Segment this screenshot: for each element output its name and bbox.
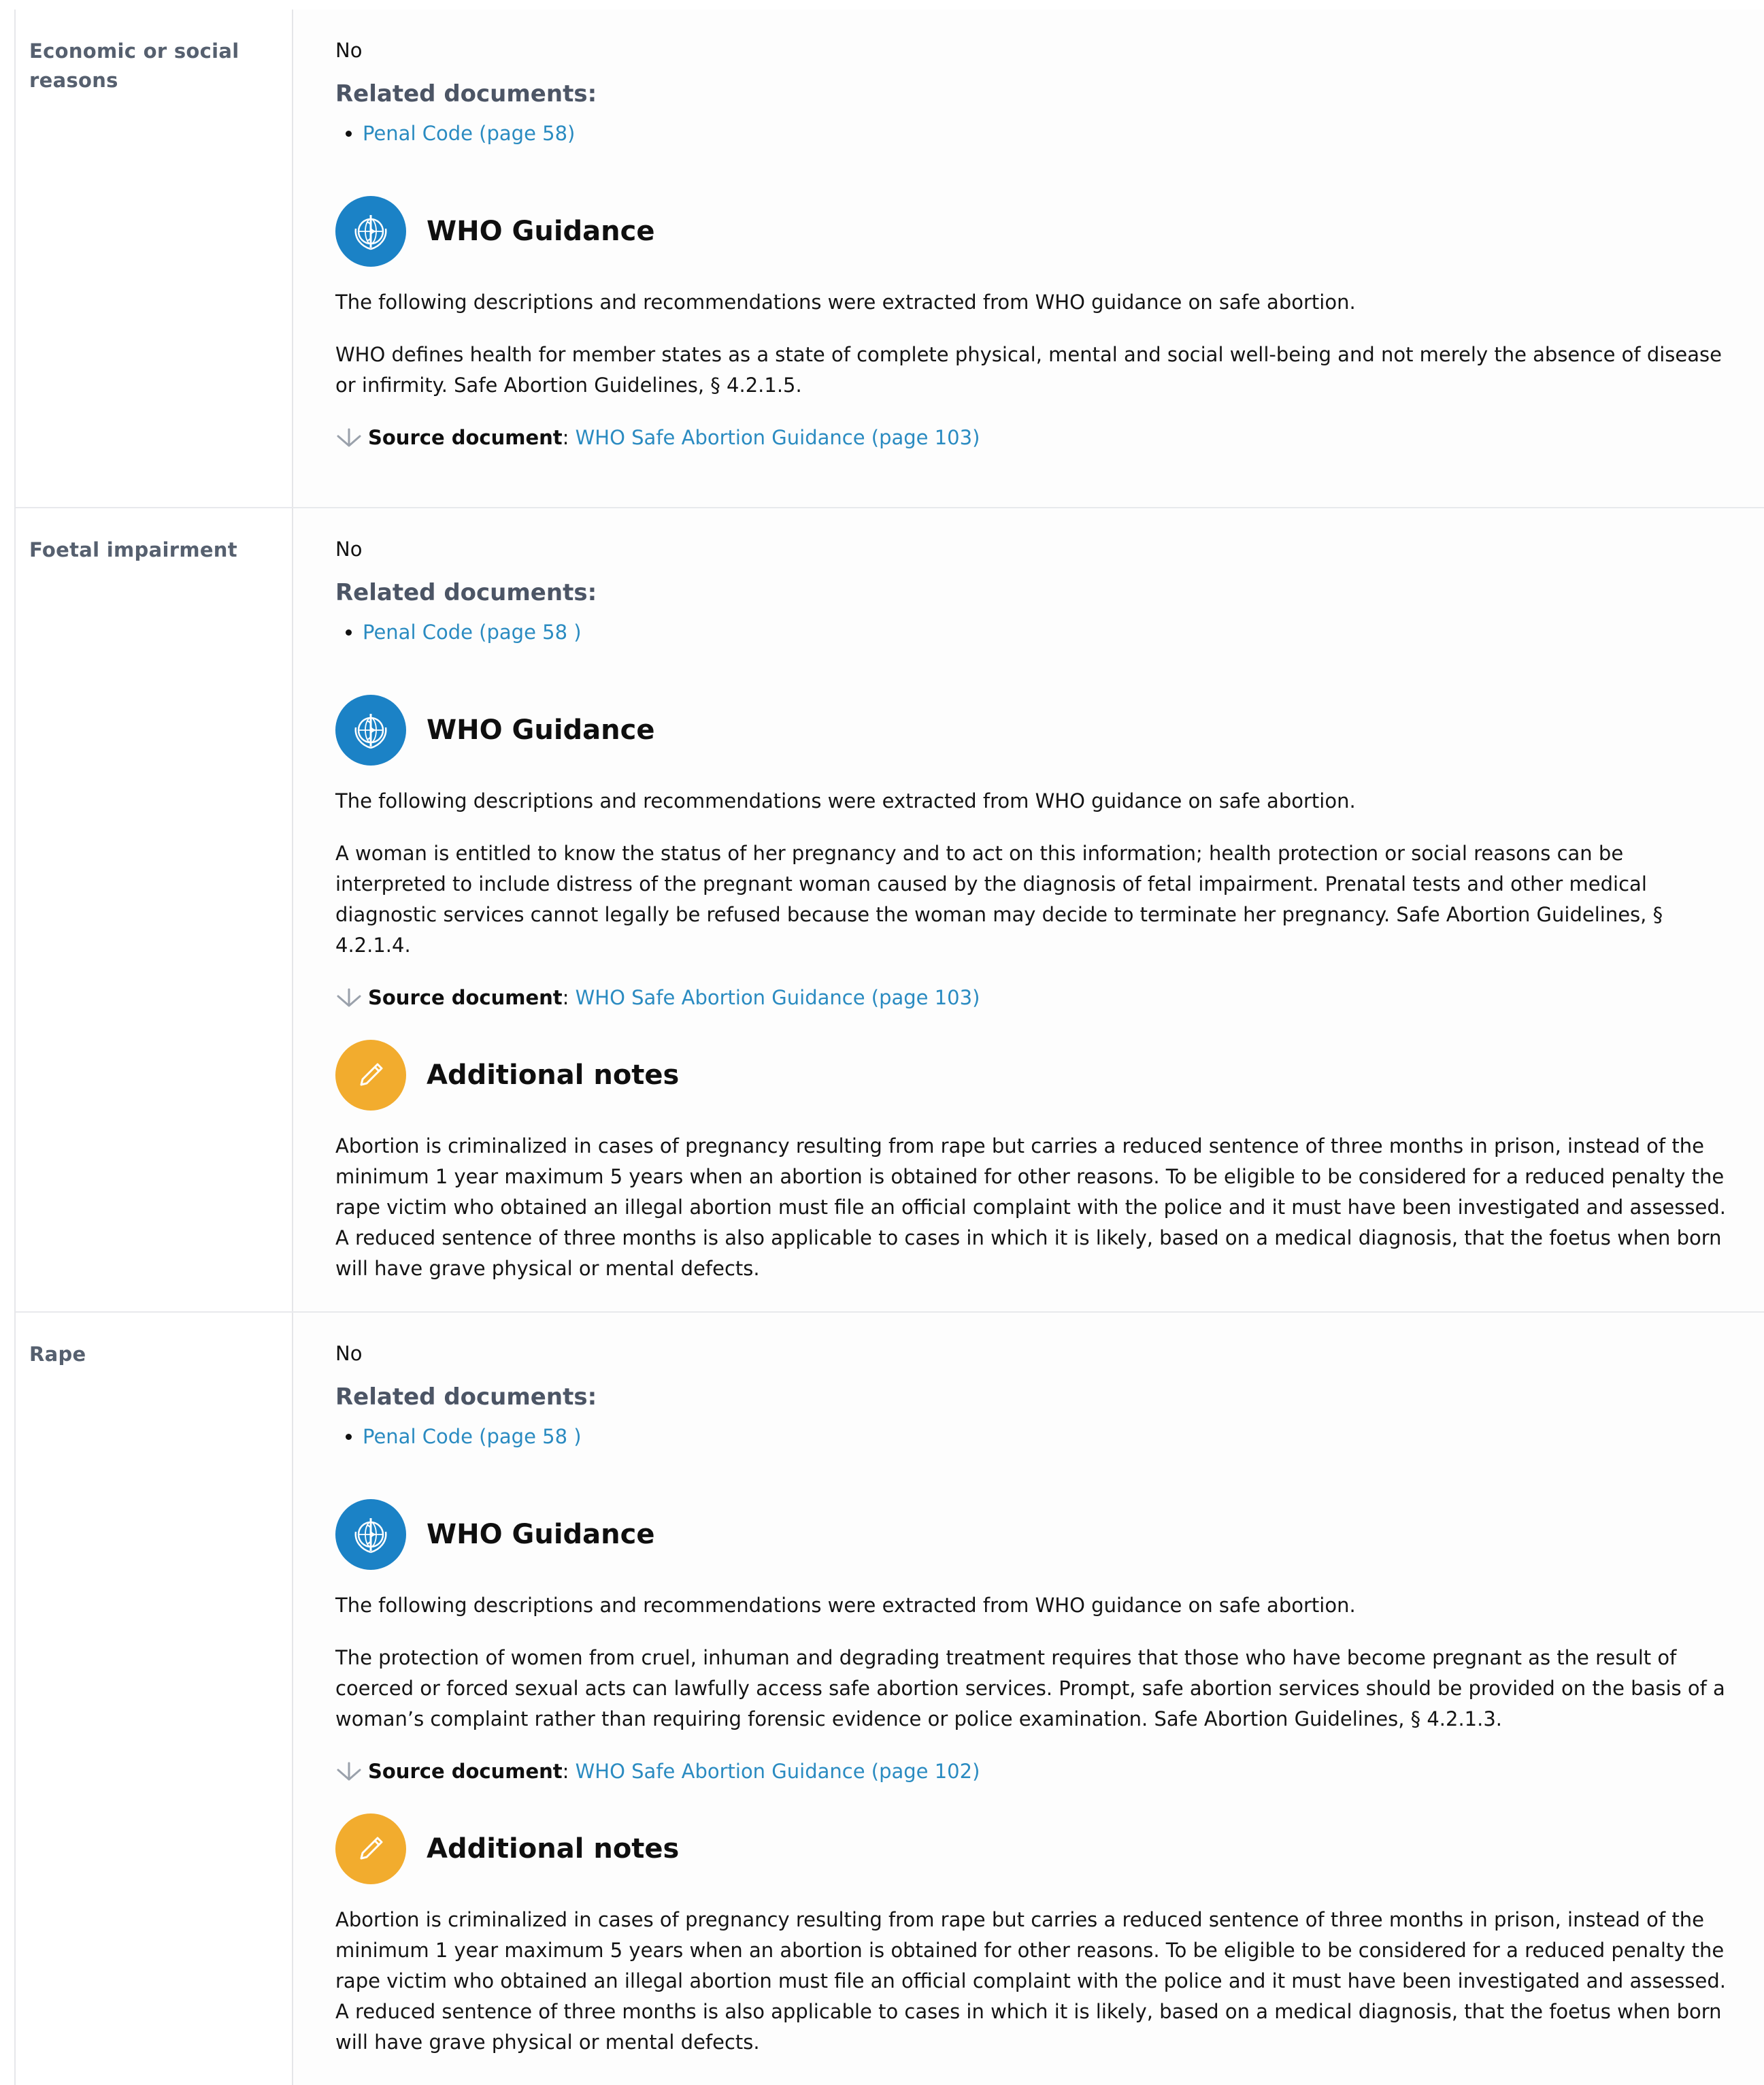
- answer-value: No: [335, 538, 363, 561]
- source-label: Source document: [368, 986, 563, 1009]
- who-emblem-icon: [335, 1499, 406, 1570]
- additional-notes-title: Additional notes: [427, 1060, 680, 1091]
- additional-notes-title: Additional notes: [427, 1833, 680, 1865]
- source-document: Source document: WHO Safe Abortion Guida…: [335, 983, 1738, 1013]
- related-documents-heading: Related documents:: [335, 80, 597, 108]
- arrow-down-icon: [335, 1760, 363, 1782]
- row-label: Rape: [16, 1313, 293, 2085]
- list-item: Penal Code (page 58): [363, 118, 1738, 148]
- additional-notes-header: Additional notes: [335, 1813, 1738, 1884]
- pencil-icon: [335, 1813, 406, 1884]
- answer-value: No: [335, 39, 363, 62]
- who-guidance-header: WHO Guidance: [335, 196, 1738, 267]
- table-row: Economic or social reasons No Related do…: [16, 10, 1764, 508]
- source-label: Source document: [368, 1760, 563, 1783]
- who-guidance-title: WHO Guidance: [427, 715, 655, 746]
- who-emblem-icon: [335, 196, 406, 267]
- list-item: Penal Code (page 58 ): [363, 617, 1738, 647]
- who-guidance-text: A woman is entitled to know the status o…: [335, 842, 1663, 957]
- table-row: Foetal impairment No Related documents: …: [16, 508, 1764, 1313]
- row-label: Foetal impairment: [16, 508, 293, 1311]
- pencil-icon: [335, 1040, 406, 1111]
- arrow-down-icon: [335, 427, 363, 448]
- who-guidance-header: WHO Guidance: [335, 695, 1738, 766]
- document-link[interactable]: Penal Code (page 58 ): [363, 1425, 582, 1448]
- additional-notes-text: Abortion is criminalized in cases of pre…: [335, 1134, 1726, 1280]
- who-emblem-icon: [335, 695, 406, 766]
- table-row: Rape No Related documents: Penal Code (p…: [16, 1313, 1764, 2085]
- who-guidance-intro: The following descriptions and recommend…: [335, 1594, 1356, 1617]
- related-documents-list: Penal Code (page 58 ): [335, 1422, 1738, 1451]
- answer-value: No: [335, 1342, 363, 1365]
- related-documents-heading: Related documents:: [335, 1383, 597, 1411]
- document-link[interactable]: Penal Code (page 58): [363, 122, 575, 145]
- related-documents-heading: Related documents:: [335, 579, 597, 606]
- document-link[interactable]: Penal Code (page 58 ): [363, 621, 582, 644]
- who-guidance-title: WHO Guidance: [427, 216, 655, 247]
- arrow-down-icon: [335, 987, 363, 1008]
- who-guidance-text: WHO defines health for member states as …: [335, 343, 1722, 397]
- source-label: Source document: [368, 426, 563, 449]
- who-guidance-intro: The following descriptions and recommend…: [335, 291, 1356, 314]
- source-link[interactable]: WHO Safe Abortion Guidance (page 102): [576, 1756, 980, 1786]
- source-link[interactable]: WHO Safe Abortion Guidance (page 103): [576, 983, 980, 1013]
- additional-notes-header: Additional notes: [335, 1040, 1738, 1111]
- source-link[interactable]: WHO Safe Abortion Guidance (page 103): [576, 423, 980, 453]
- row-content: No Related documents: Penal Code (page 5…: [293, 508, 1764, 1311]
- row-content: No Related documents: Penal Code (page 5…: [293, 10, 1764, 507]
- row-label: Economic or social reasons: [16, 10, 293, 507]
- additional-notes-text: Abortion is criminalized in cases of pre…: [335, 1908, 1726, 2054]
- row-content: No Related documents: Penal Code (page 5…: [293, 1313, 1764, 2085]
- source-separator: :: [562, 986, 569, 1009]
- source-document: Source document: WHO Safe Abortion Guida…: [335, 1756, 1738, 1786]
- source-document: Source document: WHO Safe Abortion Guida…: [335, 423, 1738, 453]
- who-guidance-title: WHO Guidance: [427, 1519, 655, 1550]
- list-item: Penal Code (page 58 ): [363, 1422, 1738, 1451]
- grounds-table: Economic or social reasons No Related do…: [14, 10, 1764, 2085]
- source-separator: :: [562, 426, 569, 449]
- related-documents-list: Penal Code (page 58 ): [335, 617, 1738, 647]
- who-guidance-header: WHO Guidance: [335, 1499, 1738, 1570]
- who-guidance-text: The protection of women from cruel, inhu…: [335, 1646, 1725, 1730]
- who-guidance-intro: The following descriptions and recommend…: [335, 789, 1356, 812]
- related-documents-list: Penal Code (page 58): [335, 118, 1738, 148]
- source-separator: :: [562, 1760, 569, 1783]
